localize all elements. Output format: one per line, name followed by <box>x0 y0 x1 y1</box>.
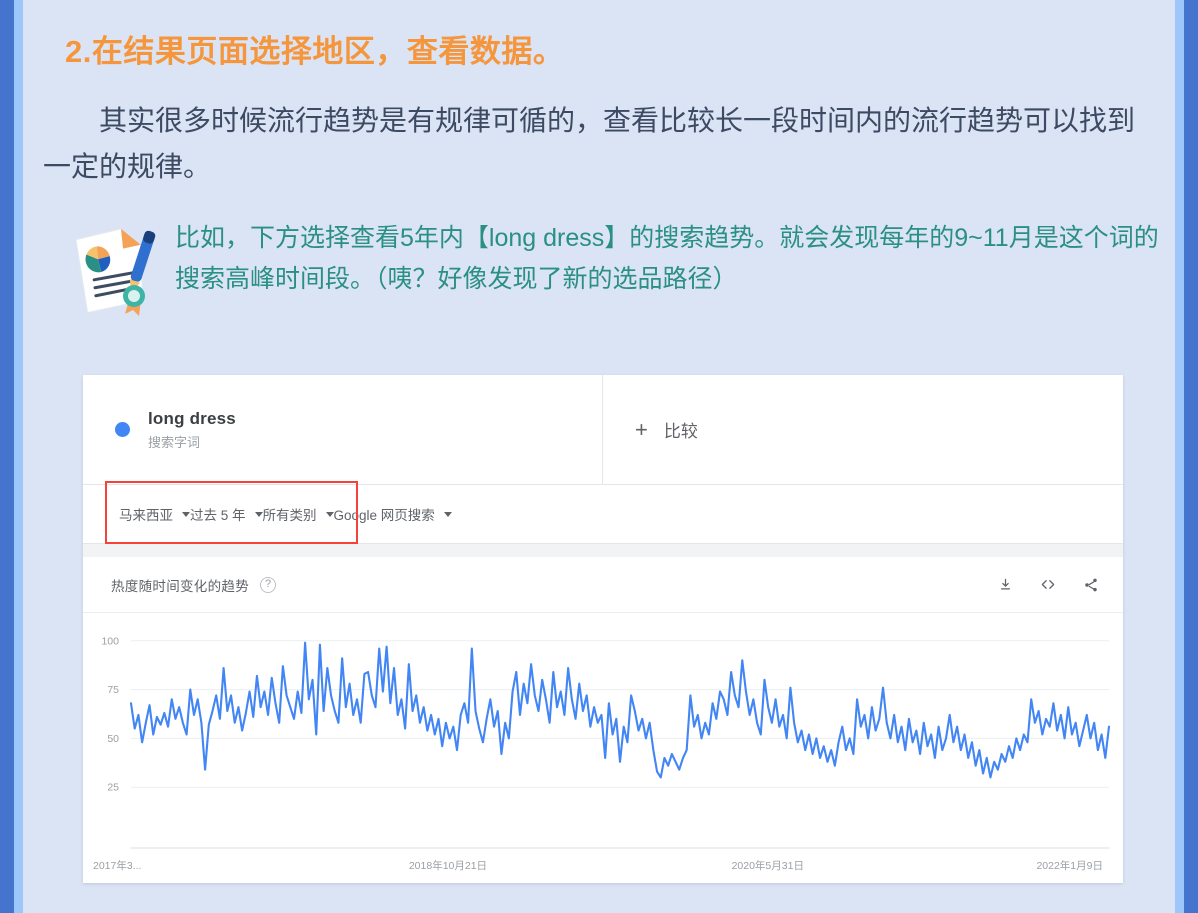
chevron-down-icon <box>255 512 263 517</box>
page-edge-left-light <box>14 0 23 913</box>
download-icon[interactable] <box>998 577 1013 592</box>
svg-text:100: 100 <box>101 635 119 647</box>
share-icon[interactable] <box>1083 577 1099 593</box>
filter-region-label: 马来西亚 <box>119 504 173 524</box>
series-color-dot <box>115 422 130 437</box>
x-axis-tick-labels: 2017年3... 2018年10月21日 2020年5月31日 2022年1月9日 <box>83 858 1123 874</box>
note-block: 比如，下方选择查看5年内【long dress】的搜索趋势。就会发现每年的9~1… <box>63 212 1168 318</box>
filter-category-label: 所有类别 <box>263 504 317 524</box>
svg-text:75: 75 <box>107 684 119 696</box>
chevron-down-icon <box>326 512 334 517</box>
interest-over-time-panel: 热度随时间变化的趋势 ? <box>83 557 1123 882</box>
filter-bar: 马来西亚 过去 5 年 所有类别 Google 网页搜索 <box>83 485 1123 544</box>
x-axis-tick-label: 2020年5月31日 <box>732 858 804 873</box>
page-content: 2.在结果页面选择地区，查看数据。 其实很多时候流行趋势是有规律可循的，查看比较… <box>23 0 1175 913</box>
svg-text:50: 50 <box>107 733 119 745</box>
chevron-down-icon <box>182 512 190 517</box>
search-term-cell[interactable]: long dress 搜索字词 <box>83 375 603 484</box>
page-title: 2.在结果页面选择地区，查看数据。 <box>65 26 564 71</box>
filter-region[interactable]: 马来西亚 <box>119 504 190 524</box>
add-comparison-button[interactable]: + 比较 <box>603 375 1123 484</box>
filter-time-range[interactable]: 过去 5 年 <box>190 504 263 524</box>
x-axis-tick-label: 2018年10月21日 <box>409 858 487 873</box>
x-axis-tick-label: 2017年3... <box>93 858 141 873</box>
interest-over-time-chart: 25 50 75 100 <box>83 613 1123 882</box>
intro-paragraph: 其实很多时候流行趋势是有规律可循的，查看比较长一段时间内的流行趋势可以找到一定的… <box>43 98 1158 190</box>
embed-code-icon[interactable] <box>1039 577 1057 592</box>
filter-category[interactable]: 所有类别 <box>263 504 334 524</box>
help-icon[interactable]: ? <box>260 577 276 593</box>
compare-label: 比较 <box>664 417 698 442</box>
page-edge-right-dark <box>1184 0 1198 913</box>
page-edge-left-dark <box>0 0 14 913</box>
x-axis-tick-label: 2022年1月9日 <box>1036 858 1103 873</box>
filter-time-range-label: 过去 5 年 <box>190 504 246 524</box>
report-document-icon <box>63 218 159 318</box>
search-term-sublabel: 搜索字词 <box>148 432 236 451</box>
note-text: 比如，下方选择查看5年内【long dress】的搜索趋势。就会发现每年的9~1… <box>175 212 1168 300</box>
chart-header: 热度随时间变化的趋势 ? <box>83 557 1123 613</box>
page-edge-right-light <box>1175 0 1184 913</box>
trends-header-row: long dress 搜索字词 + 比较 <box>83 375 1123 485</box>
search-term-label: long dress <box>148 409 236 429</box>
chevron-down-icon <box>444 512 452 517</box>
plus-icon: + <box>635 419 648 441</box>
google-trends-card: long dress 搜索字词 + 比较 马来西亚 过去 5 年 所有类别 <box>83 375 1123 883</box>
chart-plot-area: 25 50 75 100 2017年3... 2018年10月21日 2020年5月31日… <box>83 613 1123 882</box>
chart-title: 热度随时间变化的趋势 <box>111 575 249 595</box>
filter-search-type-label: Google 网页搜索 <box>334 504 435 524</box>
chart-action-group <box>998 577 1099 593</box>
svg-text:25: 25 <box>107 782 119 794</box>
card-separator <box>83 544 1123 557</box>
filter-search-type[interactable]: Google 网页搜索 <box>334 504 452 524</box>
